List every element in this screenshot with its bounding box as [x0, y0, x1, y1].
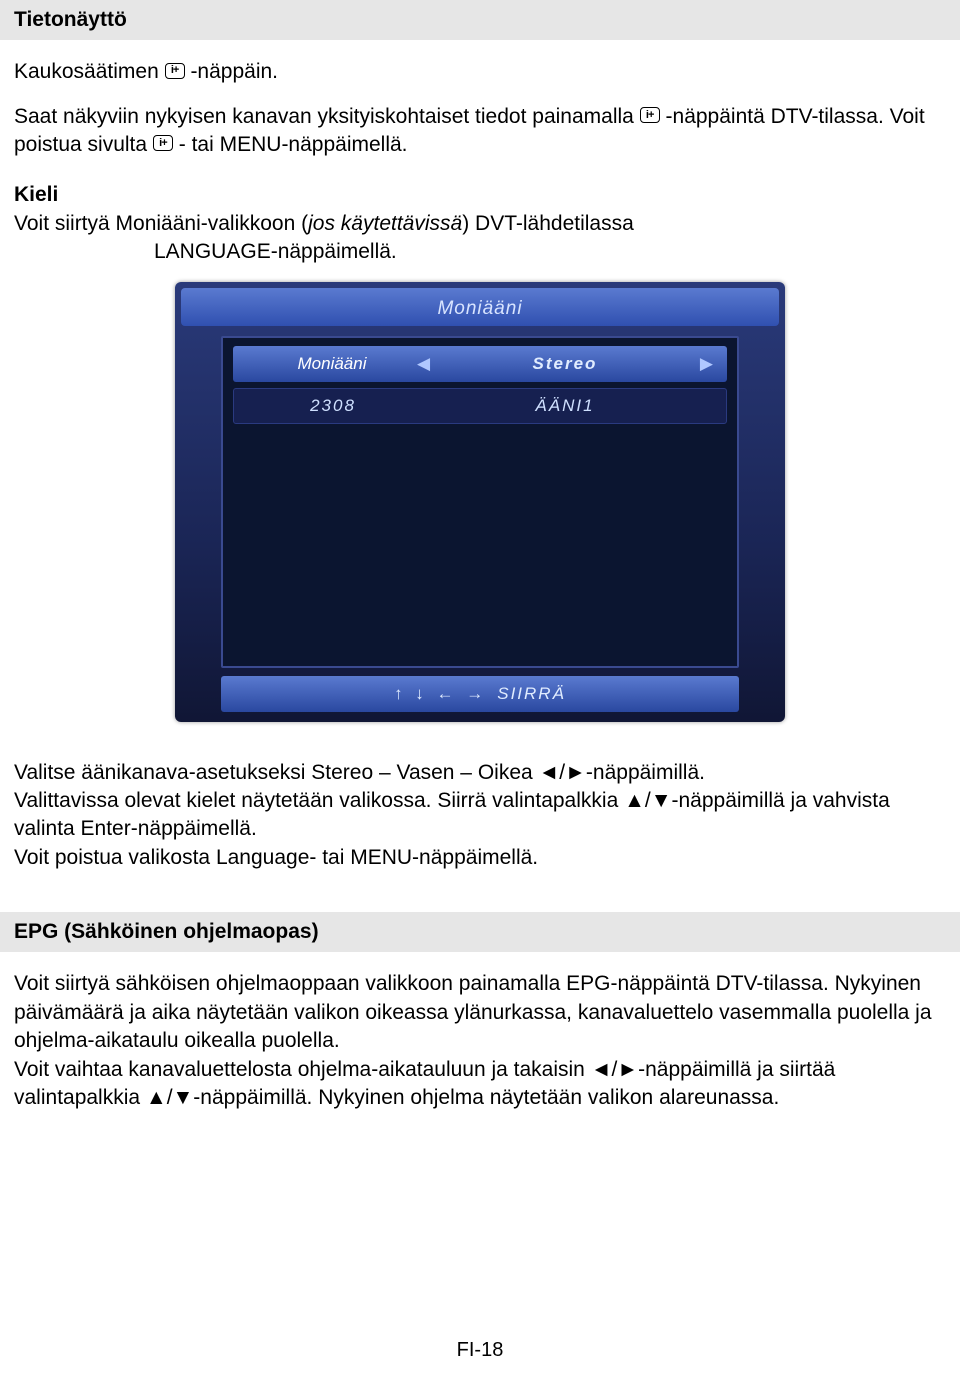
para-language-key: LANGUAGE-näppäimellä. — [154, 238, 946, 266]
text-italic: jos käytettävissä — [308, 212, 462, 235]
text: ) DVT-lähdetilassa — [462, 212, 634, 235]
para-info-display: Saat näkyviin nykyisen kanavan yksityisk… — [14, 103, 946, 160]
text: - tai MENU-näppäimellä. — [179, 133, 408, 156]
arrow-keys-icon: ↑ ↓ ← → — [394, 683, 487, 706]
arrow-right-icon: ▶ — [700, 353, 713, 376]
heading-kieli: Kieli — [14, 181, 946, 209]
info-button-icon: i+ — [640, 107, 660, 123]
info-button-icon: i+ — [153, 135, 173, 151]
tv-row-item: 2308 ÄÄNI1 — [233, 388, 727, 424]
para-languages-available: Valittavissa olevat kielet näytetään val… — [14, 787, 946, 844]
tv-menu-screenshot: Moniääni Moniääni ◀ Stereo ▶ 2308 ÄÄNI1 … — [175, 282, 785, 722]
tv-footer-hint: ↑ ↓ ← → SIIRRÄ — [221, 676, 739, 712]
screenshot-container: Moniääni Moniääni ◀ Stereo ▶ 2308 ÄÄNI1 … — [14, 282, 946, 730]
text: Saat näkyviin nykyisen kanavan yksityisk… — [14, 105, 640, 128]
arrow-left-icon: ◀ — [417, 353, 430, 376]
tv-row-value: Stereo — [430, 353, 700, 376]
tv-footer-label: SIIRRÄ — [497, 683, 566, 706]
text: Voit siirtyä Moniääni-valikkoon ( — [14, 212, 308, 235]
section-title-epg: EPG (Sähköinen ohjelmaopas) — [0, 912, 960, 952]
para-select-audio: Valitse äänikanava-asetukseksi Stereo – … — [14, 759, 946, 787]
para-moniaani: Voit siirtyä Moniääni-valikkoon (jos käy… — [14, 210, 946, 238]
text: Kaukosäätimen — [14, 60, 165, 83]
text: -näppäin. — [190, 60, 278, 83]
section-title-tietonaytto: Tietonäyttö — [0, 0, 960, 40]
para-remote-button: Kaukosäätimen i+ -näppäin. — [14, 58, 946, 86]
tv-row-audio: ÄÄNI1 — [418, 395, 712, 418]
page-number: FI-18 — [0, 1337, 960, 1364]
tv-row-code: 2308 — [248, 395, 418, 418]
para-exit-language: Voit poistua valikosta Language- tai MEN… — [14, 844, 946, 872]
tv-menu-title: Moniääni — [181, 288, 779, 326]
tv-menu-body: Moniääni ◀ Stereo ▶ 2308 ÄÄNI1 — [221, 336, 739, 668]
para-epg-desc: Voit siirtyä sähköisen ohjelmaoppaan val… — [14, 970, 946, 1055]
tv-row-selected: Moniääni ◀ Stereo ▶ — [233, 346, 727, 382]
info-button-icon: i+ — [165, 63, 185, 79]
tv-row-label: Moniääni — [247, 353, 417, 376]
para-epg-nav: Voit vaihtaa kanavaluettelosta ohjelma-a… — [14, 1056, 946, 1113]
